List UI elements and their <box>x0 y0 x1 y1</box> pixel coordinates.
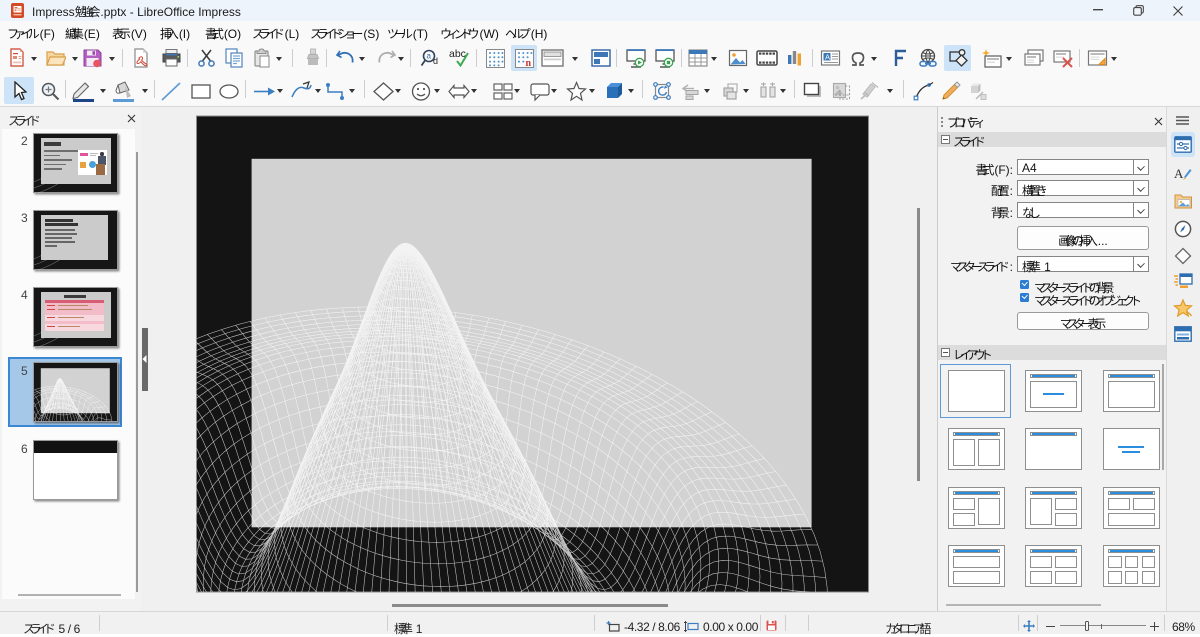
svg-text:a: a <box>427 52 432 61</box>
svg-text:A: A <box>1174 166 1184 181</box>
svg-text:d: d <box>433 56 438 66</box>
svg-text:A: A <box>825 53 830 62</box>
svg-text:abc: abc <box>449 48 466 60</box>
svg-text:n: n <box>526 58 532 69</box>
